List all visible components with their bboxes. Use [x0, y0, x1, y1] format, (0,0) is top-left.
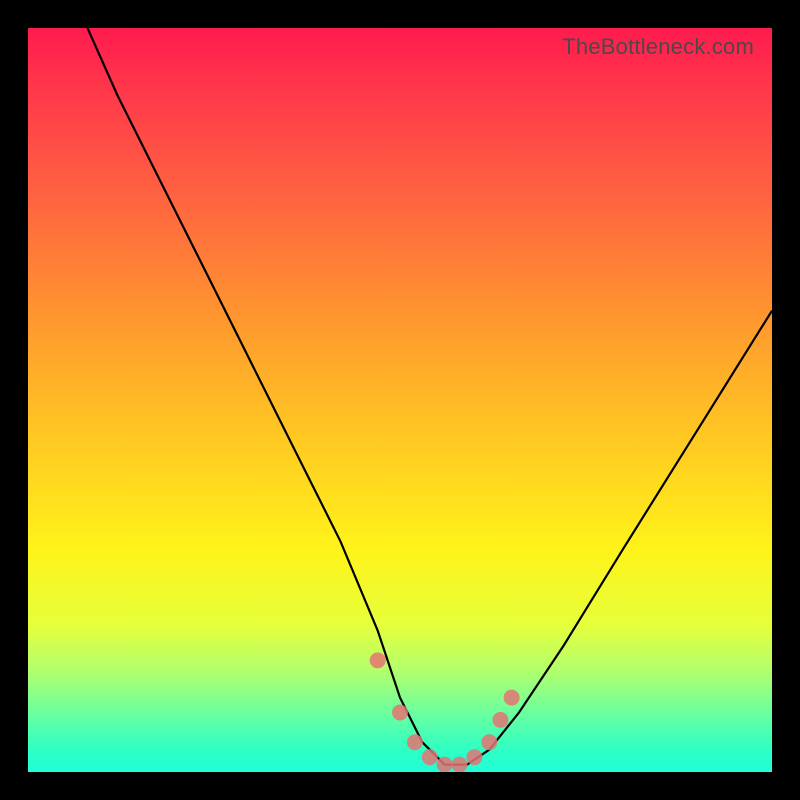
marker-dot	[504, 690, 520, 706]
marker-dot	[492, 712, 508, 728]
marker-dot	[452, 757, 468, 772]
marker-dot	[422, 749, 438, 765]
marker-dot	[370, 652, 386, 668]
marker-dot	[407, 734, 423, 750]
marker-dot	[466, 749, 482, 765]
marker-group	[370, 652, 520, 772]
marker-dot	[481, 734, 497, 750]
marker-dot	[437, 757, 453, 772]
bottleneck-curve	[88, 28, 773, 765]
curve-layer	[28, 28, 772, 772]
marker-dot	[392, 705, 408, 721]
plot-area: TheBottleneck.com	[28, 28, 772, 772]
chart-frame: TheBottleneck.com	[0, 0, 800, 800]
